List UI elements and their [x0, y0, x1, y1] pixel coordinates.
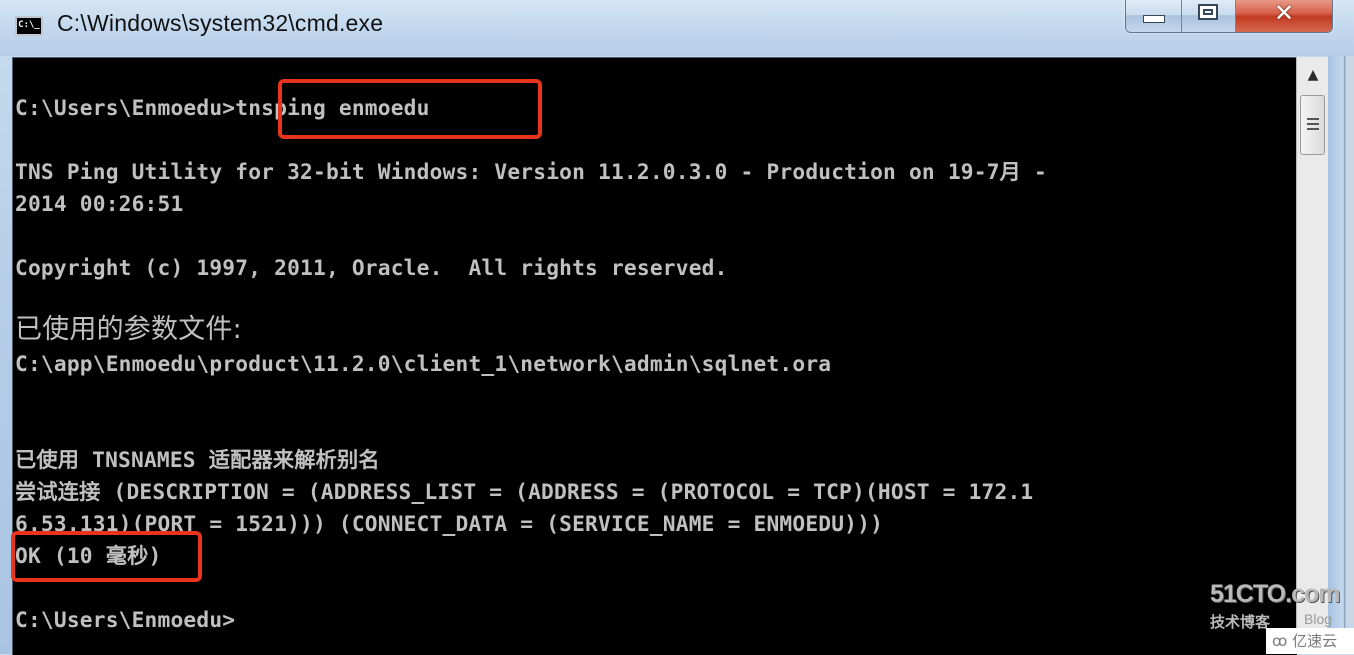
caption-buttons: ✕: [1125, 0, 1333, 33]
cmd-icon: C:\_: [15, 16, 43, 36]
console-line-timestamp: 2014 00:26:51: [15, 191, 184, 216]
close-icon: ✕: [1273, 0, 1295, 27]
watermark-brand-text: 亿速云: [1292, 632, 1338, 650]
watermark-logo: 51CTO.com: [1210, 580, 1340, 608]
window-frame-right: [1328, 56, 1354, 654]
console-line-tnsping-header: TNS Ping Utility for 32-bit Windows: Ver…: [15, 158, 1047, 186]
maximize-icon: [1198, 4, 1218, 20]
watermark: 51CTO.com 技术博客 Blog ꝏ 亿速云: [1208, 578, 1354, 654]
console-line-tnsnames-adapter: 已使用 TNSNAMES 适配器来解析别名: [15, 447, 380, 472]
console-line-sqlnet-path: C:\app\Enmoedu\product\11.2.0\client_1\n…: [15, 351, 832, 376]
cloud-logo-icon: ꝏ: [1272, 632, 1288, 650]
highlight-ok-box: [11, 531, 202, 582]
maximize-button[interactable]: [1182, 0, 1236, 32]
minimize-icon: [1143, 15, 1165, 23]
scroll-thumb[interactable]: [1300, 95, 1325, 155]
console-line-prompt: C:\Users\Enmoedu>: [15, 607, 236, 632]
close-button[interactable]: ✕: [1236, 0, 1332, 32]
vertical-scrollbar[interactable]: ▲: [1296, 57, 1329, 654]
highlight-command-box: [278, 79, 542, 139]
console-line-param-files-label: 已使用的参数文件:: [15, 314, 242, 345]
watermark-blog: Blog: [1304, 611, 1333, 627]
console-line-copyright: Copyright (c) 1997, 2011, Oracle. All ri…: [15, 255, 728, 280]
grip-line-icon: [1307, 128, 1319, 130]
watermark-brand: ꝏ 亿速云: [1266, 628, 1354, 654]
scroll-up-arrow-icon[interactable]: ▲: [1297, 57, 1329, 93]
watermark-subtitle: 技术博客: [1210, 613, 1271, 631]
grip-line-icon: [1307, 123, 1319, 125]
tnsping-header-text: TNS Ping Utility for 32-bit Windows: Ver…: [15, 159, 1047, 184]
console-line-connect-attempt: 尝试连接 (DESCRIPTION = (ADDRESS_LIST = (ADD…: [15, 479, 1034, 504]
window-title: C:\Windows\system32\cmd.exe: [57, 10, 384, 36]
minimize-button[interactable]: [1126, 0, 1182, 32]
console-output[interactable]: C:\Users\Enmoedu>tnsping enmoedu TNS Pin…: [11, 57, 1297, 655]
grip-line-icon: [1307, 118, 1319, 120]
title-bar[interactable]: C:\_ C:\Windows\system32\cmd.exe ✕: [0, 0, 1354, 56]
